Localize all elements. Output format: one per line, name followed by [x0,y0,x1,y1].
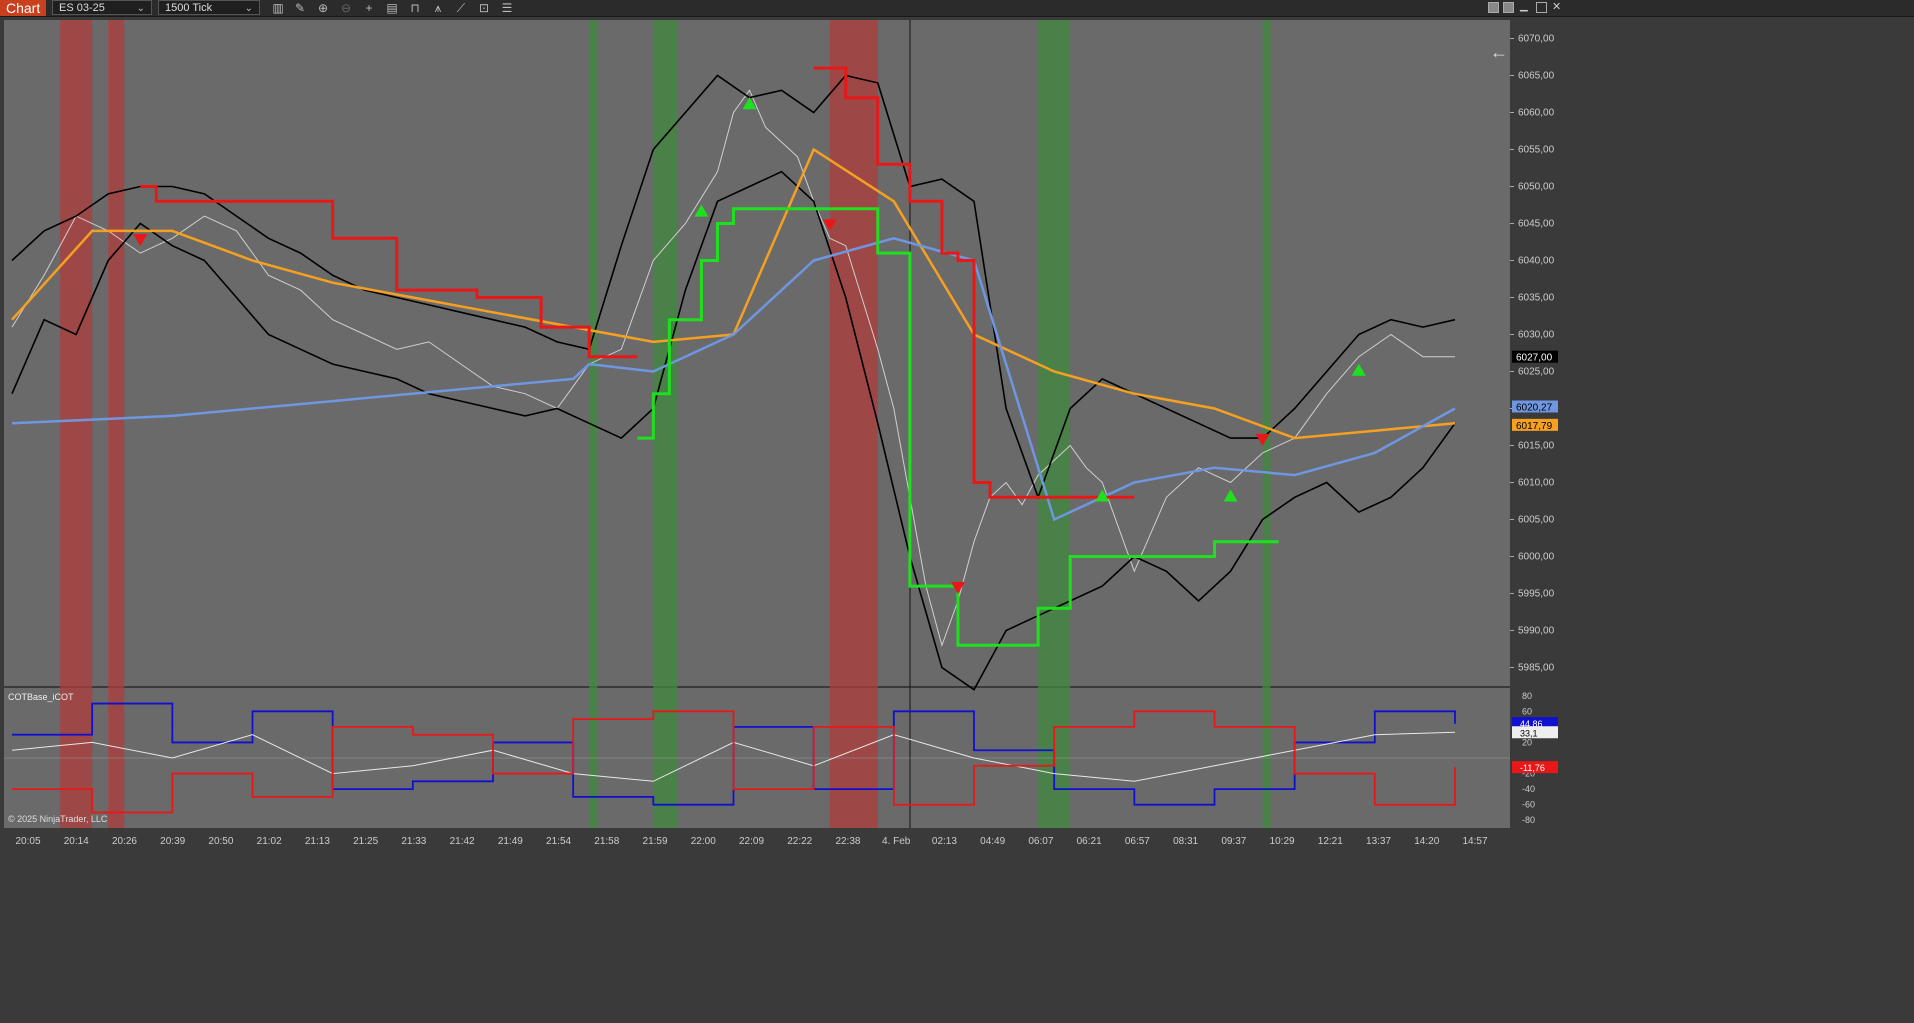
indicator-tick-label: 60 [1522,706,1532,716]
time-tick-label: 21:33 [401,836,426,847]
time-tick-label: 06:07 [1028,836,1053,847]
time-tick-label: 22:38 [835,836,860,847]
time-axis-panel[interactable] [0,828,1570,1023]
last-price-tag: 6027,00 [1516,353,1553,364]
time-tick-label: 20:50 [208,836,233,847]
time-tick-label: 21:49 [498,836,523,847]
properties-icon[interactable]: ▤ [384,1,400,15]
time-tick-label: 13:37 [1366,836,1391,847]
indicator-tick-label: 80 [1522,691,1532,701]
time-tick-label: 12:21 [1318,836,1343,847]
price-tick-label: 6055,00 [1518,145,1555,156]
time-tick-label: 21:02 [257,836,282,847]
time-tick-label: 14:20 [1414,836,1439,847]
price-tick-label: 5985,00 [1518,663,1555,674]
time-tick-label: 14:57 [1462,836,1487,847]
time-tick-label: 20:05 [15,836,40,847]
price-tick-label: 6015,00 [1518,441,1555,452]
time-tick-label: 10:29 [1270,836,1295,847]
indicator-tick-label: 20 [1522,737,1532,747]
indicator-white-value: 33,1 [1520,728,1538,738]
red-zone [829,20,878,828]
strategies-icon[interactable]: ⊓ [407,1,423,15]
time-tick-label: 21:59 [643,836,668,847]
time-tick-label: 06:57 [1125,836,1150,847]
orange-ma-tag: 6017,79 [1516,421,1553,432]
price-tick-label: 6065,00 [1518,71,1555,82]
crosshair-icon[interactable]: + [361,1,377,15]
chevron-down-icon: ⌄ [244,3,253,14]
copyright-label: © 2025 NinjaTrader, LLC [8,814,108,824]
zoom-in-icon[interactable]: ⊕ [315,1,331,15]
indicator-tick-label: -60 [1522,800,1535,810]
price-tick-label: 5990,00 [1518,626,1555,637]
price-tick-label: 6005,00 [1518,515,1555,526]
price-tick-label: 6030,00 [1518,330,1555,341]
drawing-tools-icon[interactable]: ⟋ [453,1,469,15]
time-tick-label: 21:54 [546,836,571,847]
time-tick-label: 21:13 [305,836,330,847]
indicators-icon[interactable]: ⩚ [430,1,446,15]
price-tick-label: 6045,00 [1518,219,1555,230]
price-tick-label: 6050,00 [1518,182,1555,193]
price-tick-label: 6035,00 [1518,293,1555,304]
list-icon[interactable]: ☰ [499,1,515,15]
back-arrow-icon[interactable]: ← [1490,42,1508,62]
green-zone [653,20,678,828]
time-tick-label: 22:22 [787,836,812,847]
pencil-icon[interactable]: ✎ [292,1,308,15]
blue-ma-tag: 6020,27 [1516,403,1553,414]
time-tick-label: 02:13 [932,836,957,847]
zoom-out-icon[interactable]: ⊖ [338,1,354,15]
restore-window-icon[interactable] [1503,2,1514,13]
time-tick-label: 21:42 [450,836,475,847]
close-icon[interactable]: ✕ [1552,2,1563,13]
maximize-icon[interactable] [1536,2,1547,13]
time-tick-label: 4. Feb [882,836,911,847]
chart-tab[interactable]: Chart [0,0,47,16]
time-tick-label: 22:09 [739,836,764,847]
chart-toolbar: Chart ES 03-25 ⌄ 1500 Tick ⌄ ▥ ✎ ⊕ ⊖ + ▤… [0,0,1914,17]
instrument-label: ES 03-25 [59,2,105,14]
time-tick-label: 21:58 [594,836,619,847]
time-tick-label: 22:00 [691,836,716,847]
price-tick-label: 5995,00 [1518,589,1555,600]
minimize-icon[interactable]: ▁ [1520,2,1531,13]
red-zone [108,20,125,828]
time-tick-label: 21:25 [353,836,378,847]
bar-type-selector[interactable]: 1500 Tick ⌄ [158,0,260,15]
price-panel[interactable] [4,20,1510,686]
price-tick-label: 6070,00 [1518,34,1555,45]
instrument-selector[interactable]: ES 03-25 ⌄ [52,0,152,15]
time-tick-label: 20:39 [160,836,185,847]
time-tick-label: 08:31 [1173,836,1198,847]
indicator-tick-label: -80 [1522,815,1535,825]
time-tick-label: 04:49 [980,836,1005,847]
time-tick-label: 09:37 [1221,836,1246,847]
bar-type-label: 1500 Tick [165,2,213,14]
price-tick-label: 6040,00 [1518,256,1555,267]
price-tick-label: 6025,00 [1518,367,1555,378]
indicator-title: COTBase_iCOT [8,692,74,702]
indicator-tick-label: -40 [1522,784,1535,794]
price-tick-label: 6060,00 [1518,108,1555,119]
time-tick-label: 06:21 [1077,836,1102,847]
bars-icon[interactable]: ▥ [270,1,286,15]
indicator-red-value: -11,76 [1520,763,1545,773]
red-zone [60,20,93,828]
time-tick-label: 20:14 [64,836,89,847]
green-zone [1262,20,1271,828]
price-tick-label: 6010,00 [1518,478,1555,489]
chevron-down-icon: ⌄ [136,3,145,14]
price-tick-label: 6000,00 [1518,552,1555,563]
time-tick-label: 20:26 [112,836,137,847]
chart-canvas[interactable]: 6070,00 6065,00 6060,00 6055,00 6050,00 6045,… [0,16,1914,1023]
screenshot-icon[interactable]: ⊡ [476,1,492,15]
tile-window-icon[interactable] [1488,2,1499,13]
